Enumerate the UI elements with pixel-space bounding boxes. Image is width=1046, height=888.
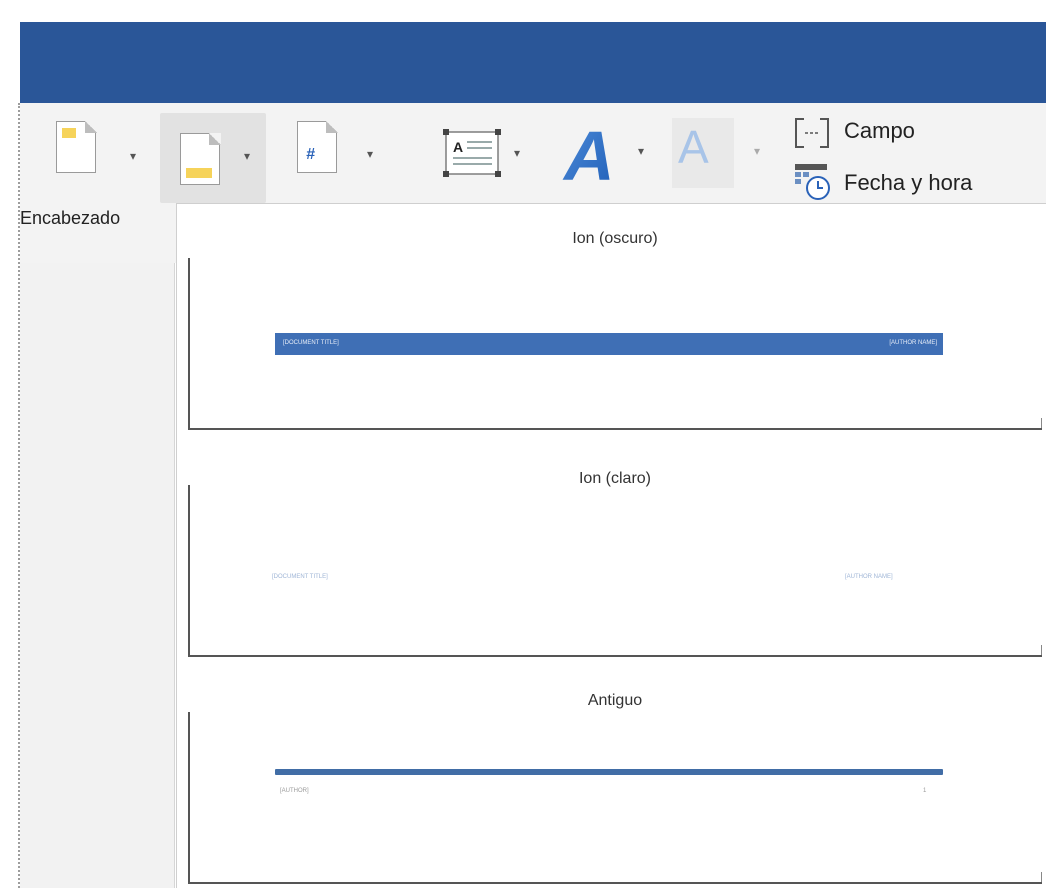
footer-button[interactable]: ▾	[160, 113, 266, 203]
footer-right-placeholder: 1	[923, 788, 927, 794]
chevron-down-icon[interactable]: ▾	[514, 146, 520, 160]
text-box-icon: A	[443, 129, 501, 177]
field-icon	[795, 118, 829, 148]
footer-preview-rule	[275, 769, 943, 775]
drop-cap-button[interactable]: A ▾	[672, 118, 772, 190]
header-button[interactable]: ▾	[20, 103, 160, 203]
footer-right-placeholder: [AUTHOR NAME]	[889, 340, 937, 346]
page-number-icon: #	[297, 120, 338, 173]
chevron-down-icon[interactable]: ▾	[754, 144, 760, 158]
date-time-button[interactable]: Fecha y hora	[792, 160, 1012, 204]
text-box-button[interactable]: A ▾	[440, 126, 540, 188]
date-time-icon	[795, 164, 830, 200]
footer-icon	[180, 132, 221, 185]
gallery-item-title: Ion (oscuro)	[572, 230, 658, 247]
chevron-down-icon[interactable]: ▾	[244, 149, 250, 163]
title-bar-band	[20, 22, 1046, 103]
page-number-button[interactable]: # ▾	[297, 120, 387, 191]
gallery-preview-panel	[188, 485, 1042, 657]
chevron-down-icon[interactable]: ▾	[638, 144, 644, 158]
footer-left-placeholder: [DOCUMENT TITLE]	[283, 340, 339, 346]
page-margin-guide	[18, 103, 20, 888]
svg-text:A: A	[562, 120, 615, 186]
gallery-preview-panel	[188, 712, 1042, 884]
title-bar	[0, 0, 1046, 103]
footer-preview-bar: [DOCUMENT TITLE] [AUTHOR NAME]	[275, 333, 943, 355]
wordart-button[interactable]: A ▾	[562, 120, 662, 190]
chevron-down-icon[interactable]: ▾	[367, 147, 373, 161]
footer-right-placeholder: [AUTHOR NAME]	[845, 574, 893, 580]
wordart-icon: A	[562, 120, 615, 186]
header-button-label[interactable]: Encabezado	[20, 208, 120, 229]
gallery-item-title: Antiguo	[587, 692, 643, 709]
field-button[interactable]: Campo	[792, 112, 992, 152]
document-left-pane	[20, 263, 175, 888]
field-label: Campo	[844, 118, 915, 143]
footer-left-placeholder: [DOCUMENT TITLE]	[272, 574, 328, 580]
chevron-down-icon[interactable]: ▾	[130, 149, 136, 163]
drop-cap-icon: A	[672, 118, 734, 188]
header-icon	[56, 120, 97, 173]
date-time-label: Fecha y hora	[844, 170, 973, 195]
svg-text:A: A	[453, 139, 463, 155]
footer-left-placeholder: [AUTHOR]	[280, 788, 309, 794]
